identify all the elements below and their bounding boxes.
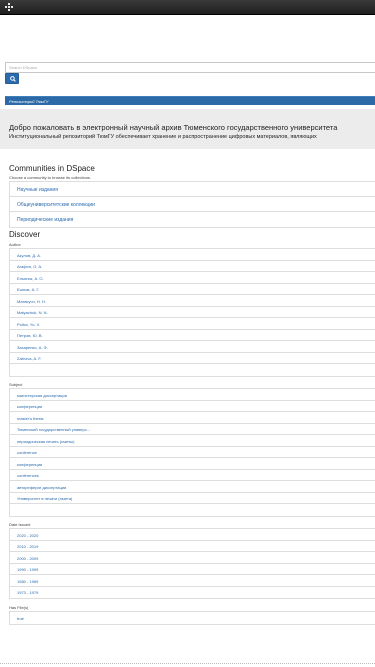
search-form	[5, 62, 375, 84]
facet-item[interactable]: Ешнов, А. Г.	[10, 284, 375, 295]
facet-item[interactable]: периодическая печать (газеты)	[10, 435, 375, 447]
subject-facet-list: магистерская диссертация конференция mas…	[9, 388, 375, 517]
subject-facet-label: Subject	[9, 382, 23, 387]
search-button[interactable]	[5, 73, 19, 84]
facet-item[interactable]: Агафон, О. А.	[10, 261, 375, 272]
welcome-banner: Добро пожаловать в электронный научный а…	[0, 109, 375, 149]
date-issued-facet-list: 2020 - 2020 2010 - 2019 2000 - 2009 1990…	[9, 528, 375, 599]
facet-item[interactable]: conference	[10, 447, 375, 458]
facet-item[interactable]: 2000 - 2009	[10, 552, 375, 564]
facet-item[interactable]: Zaitrova, A. F.	[10, 353, 375, 364]
facet-item[interactable]: 2010 - 2019	[10, 541, 375, 552]
community-item[interactable]: Периодические издания	[10, 212, 375, 227]
search-input[interactable]	[5, 62, 375, 73]
facet-item[interactable]: conferences	[10, 470, 375, 481]
facet-item[interactable]: Pollov, Yu. V.	[10, 318, 375, 330]
facet-item[interactable]: Захаренко, А. Ф.	[10, 341, 375, 353]
date-issued-facet-label: Date Issued	[9, 522, 31, 527]
communities-subtitle: Choose a community to browse its collect…	[9, 175, 92, 180]
discover-title: Discover	[9, 230, 41, 239]
communities-list: Научные издания Общеуниверситетские колл…	[9, 181, 375, 228]
has-files-facet-list: true	[9, 611, 375, 625]
has-files-facet-label: Has File(s)	[9, 605, 29, 610]
facet-item[interactable]: Петров, Ю. В.	[10, 330, 375, 341]
breadcrumb-home-link[interactable]: Репозиторий ТюмГУ	[9, 99, 48, 104]
author-facet-list: Акулов, Д. А. Агафон, О. А. Ельинск, А. …	[9, 248, 375, 377]
facet-view-more[interactable]	[10, 364, 375, 376]
top-navbar	[0, 0, 375, 15]
search-icon	[10, 76, 16, 82]
facet-view-more[interactable]	[10, 504, 375, 516]
facet-item[interactable]: конференции	[10, 458, 375, 470]
facet-item[interactable]: master's thesis	[10, 412, 375, 424]
author-facet-label: Author	[9, 242, 21, 247]
facet-item[interactable]: 2020 - 2020	[10, 529, 375, 541]
facet-item[interactable]: автореферат диссертации	[10, 481, 375, 493]
community-item[interactable]: Научные издания	[10, 182, 375, 197]
facet-item[interactable]: Matyachuk, N. N.	[10, 307, 375, 318]
facet-item[interactable]: магистерская диссертация	[10, 389, 375, 401]
community-item[interactable]: Общеуниверситетские коллекции	[10, 197, 375, 212]
welcome-title: Добро пожаловать в электронный научный а…	[9, 123, 338, 132]
facet-item[interactable]: Тюменский государственный универс...	[10, 424, 375, 435]
breadcrumb: Репозиторий ТюмГУ	[5, 96, 375, 105]
facet-item[interactable]: Ельинск, А. О.	[10, 272, 375, 284]
facet-item[interactable]: Университет в печати (газета)	[10, 493, 375, 504]
facet-item[interactable]: true	[10, 612, 375, 624]
facet-item[interactable]: 1980 - 1989	[10, 575, 375, 587]
welcome-text: Институциональный репозиторий ТюмГУ обес…	[9, 134, 317, 140]
facet-item[interactable]: 1973 - 1979	[10, 587, 375, 599]
facet-item[interactable]: конференция	[10, 401, 375, 412]
communities-title: Communities in DSpace	[9, 164, 95, 173]
facet-item[interactable]: Матвсучп, Н. Н.	[10, 295, 375, 307]
menu-icon[interactable]	[5, 3, 14, 12]
page-footer-edge	[0, 663, 375, 667]
facet-item[interactable]: Акулов, Д. А.	[10, 249, 375, 261]
facet-item[interactable]: 1990 - 1999	[10, 564, 375, 575]
